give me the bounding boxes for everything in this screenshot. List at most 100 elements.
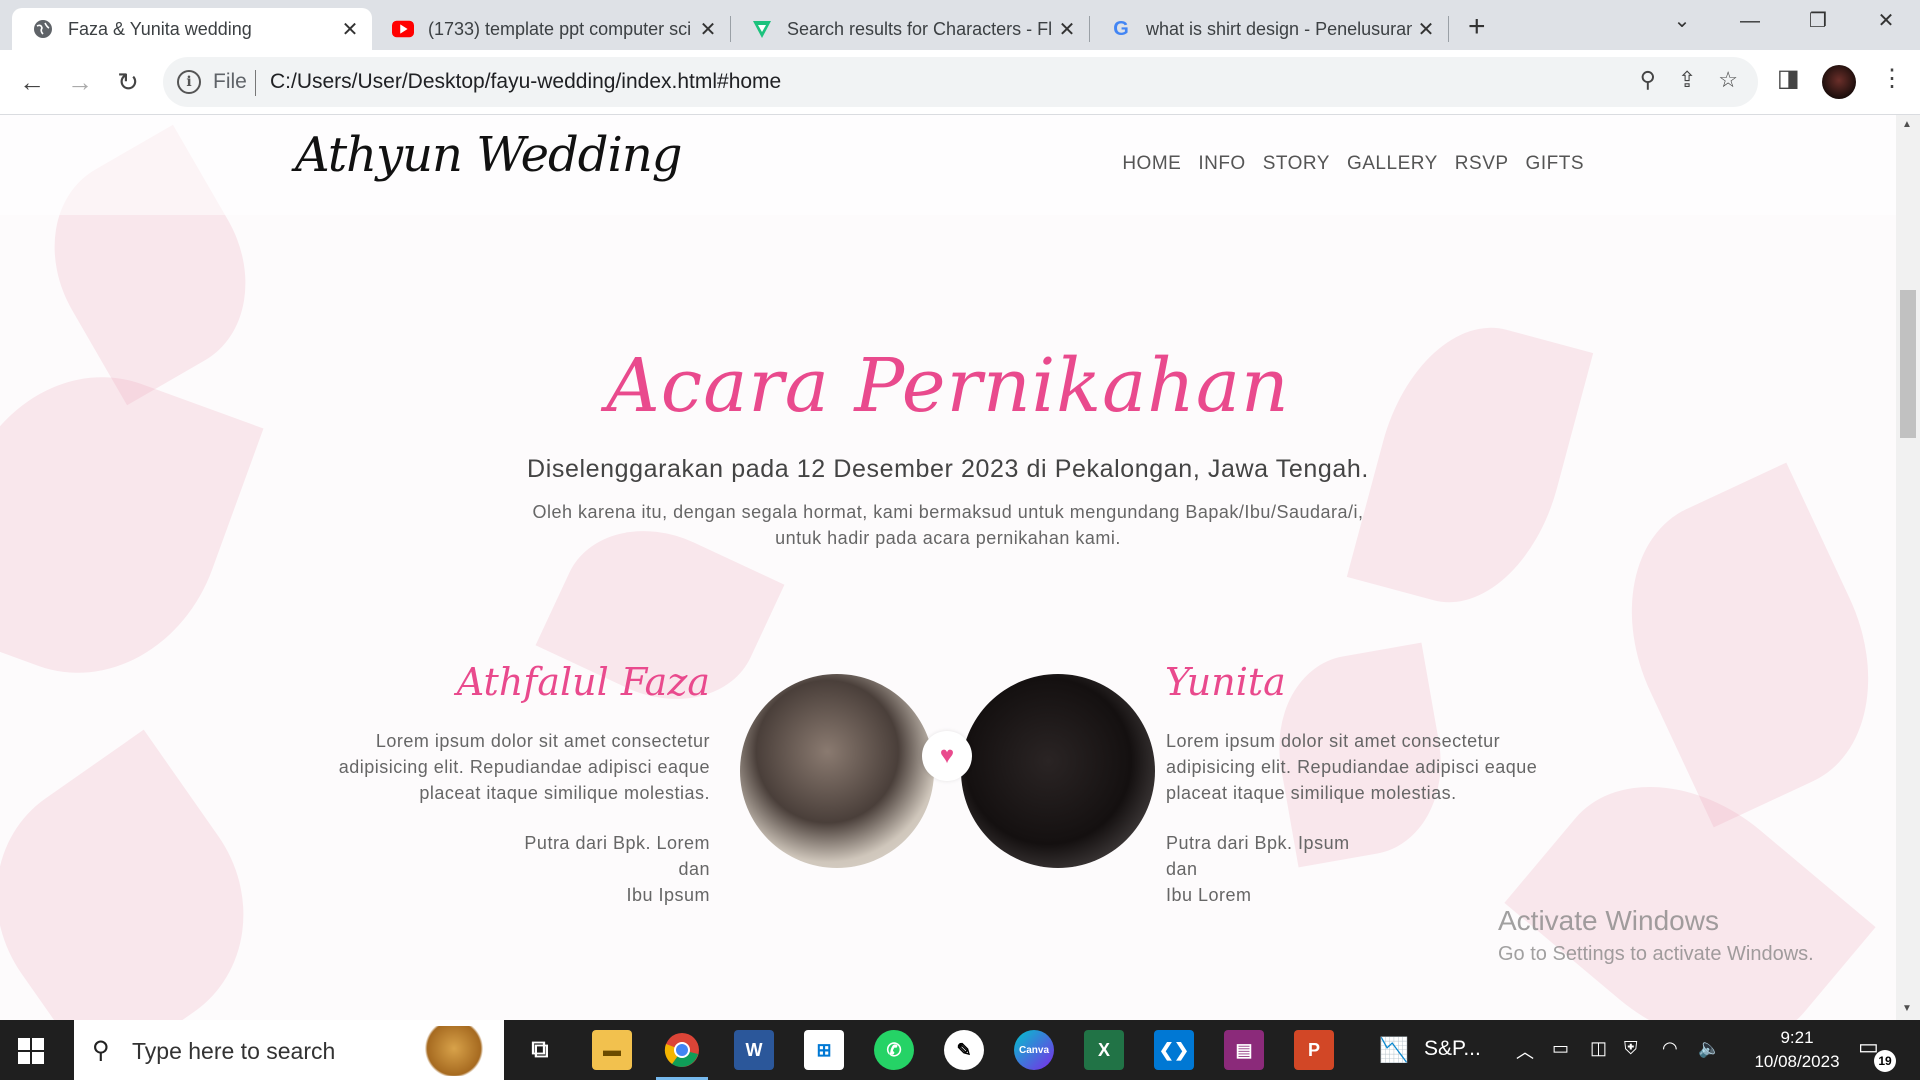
battery-icon[interactable]: ▭ (1552, 1038, 1569, 1059)
file-explorer-icon[interactable]: ▬ (592, 1030, 632, 1070)
wifi-icon[interactable]: ◠ (1662, 1038, 1678, 1059)
powerpoint-icon[interactable]: P (1294, 1030, 1334, 1070)
clock-date: 10/08/2023 (1754, 1052, 1840, 1071)
site-logo[interactable]: Athyun Wedding (295, 127, 682, 183)
scroll-thumb[interactable] (1900, 290, 1916, 438)
reload-button[interactable]: ↻ (108, 62, 148, 102)
bride-bio-line: adipisicing elit. Repudiandae adipisci e… (1166, 757, 1538, 777)
taskbar-search[interactable]: ⚲ Type here to search (74, 1020, 504, 1080)
nav-gifts[interactable]: GIFTS (1526, 153, 1584, 175)
task-view-icon[interactable]: ⧉ (520, 1030, 560, 1070)
notification-count-badge: 19 (1874, 1050, 1896, 1072)
window-controls: ⌄ — ❐ ✕ (1648, 6, 1920, 36)
address-actions: ⚲ ⇪ ☆ (1640, 67, 1738, 93)
bride-name: Yunita (1165, 660, 1286, 704)
invitation-line: Oleh karena itu, dengan segala hormat, k… (532, 502, 1364, 522)
nav-rsvp[interactable]: RSVP (1455, 153, 1509, 175)
word-icon[interactable]: W (734, 1030, 774, 1070)
page-scrollbar[interactable]: ▲ ▼ (1896, 115, 1920, 1020)
groom-bio-line: Lorem ipsum dolor sit amet consectetur (375, 731, 710, 751)
microsoft-store-icon[interactable]: ⊞ (804, 1030, 844, 1070)
side-panel-icon[interactable]: ◨ (1777, 64, 1800, 93)
nav-info[interactable]: INFO (1198, 153, 1245, 175)
google-icon: G (1113, 17, 1129, 40)
section-title: Acara Pernikahan (606, 343, 1290, 429)
clock[interactable]: 9:21 10/08/2023 (1742, 1026, 1852, 1074)
groom-parents-line: dan (678, 859, 710, 879)
bride-parents: Putra dari Bpk. Ipsum dan Ibu Lorem (1166, 830, 1446, 908)
scroll-down-arrow[interactable]: ▼ (1902, 1003, 1912, 1014)
nav-story[interactable]: STORY (1263, 153, 1330, 175)
nav-home[interactable]: HOME (1122, 153, 1181, 175)
share-icon[interactable]: ⇪ (1678, 67, 1696, 93)
minimize-button[interactable]: — (1716, 6, 1784, 36)
heart-icon: ♥ (922, 731, 972, 781)
tab-faza-yunita-wedding[interactable]: Faza & Yunita wedding ✕ (12, 8, 372, 50)
show-hidden-icons-chevron-icon[interactable]: ︿ (1516, 1038, 1534, 1064)
url-text[interactable]: C:/Users/User/Desktop/fayu-wedding/index… (270, 70, 781, 94)
tab-title: what is shirt design - Penelusuran (1146, 18, 1412, 39)
windows-taskbar: ⚲ Type here to search ⧉ ▬ W ⊞ ✆ ✎ Canva … (0, 1020, 1920, 1080)
close-tab-icon[interactable]: ✕ (1412, 17, 1440, 42)
globe-icon (32, 18, 54, 40)
vscode-icon[interactable]: ❮❯ (1154, 1030, 1194, 1070)
inkscape-icon[interactable]: ✎ (944, 1030, 984, 1070)
address-bar[interactable]: i File C:/Users/User/Desktop/fayu-weddin… (163, 57, 1758, 107)
meet-now-icon[interactable]: ◫ (1590, 1038, 1607, 1059)
web-page: Athyun Wedding HOME INFO STORY GALLERY R… (0, 115, 1896, 1020)
tab-title: Faza & Yunita wedding (68, 18, 252, 39)
groom-bio-line: adipisicing elit. Repudiandae adipisci e… (338, 757, 710, 777)
excel-icon[interactable]: X (1084, 1030, 1124, 1070)
address-divider (255, 70, 256, 96)
tab-title: (1733) template ppt computer sci (428, 18, 692, 39)
tab-freepik[interactable]: Search results for Characters - Fla ✕ (731, 8, 1089, 50)
new-tab-button[interactable]: + (1468, 12, 1486, 42)
start-button[interactable] (18, 1038, 44, 1064)
bride-parents-line: Ibu Lorem (1166, 885, 1252, 905)
watermark-title: Activate Windows (1498, 905, 1719, 936)
menu-icon[interactable]: ⋮ (1880, 64, 1904, 93)
close-tab-icon[interactable]: ✕ (694, 17, 722, 42)
search-placeholder[interactable]: Type here to search (132, 1038, 335, 1065)
tab-youtube[interactable]: (1733) template ppt computer sci ✕ (372, 8, 730, 50)
search-highlight-image (414, 1026, 494, 1076)
tab-google[interactable]: G what is shirt design - Penelusuran ✕ (1090, 8, 1448, 50)
whatsapp-icon[interactable]: ✆ (874, 1030, 914, 1070)
info-icon[interactable]: i (177, 70, 201, 94)
close-tab-icon[interactable]: ✕ (336, 17, 364, 42)
nav-gallery[interactable]: GALLERY (1347, 153, 1438, 175)
close-tab-icon[interactable]: ✕ (1053, 17, 1081, 42)
youtube-icon (392, 18, 414, 40)
canva-icon[interactable]: Canva (1014, 1030, 1054, 1070)
tab-title: Search results for Characters - Fla (787, 18, 1053, 39)
groom-bio: Lorem ipsum dolor sit amet consectetur a… (300, 728, 710, 806)
forward-button[interactable]: → (60, 62, 100, 102)
security-icon[interactable]: ⛨ (1624, 1038, 1638, 1059)
restore-button[interactable]: ❐ (1784, 6, 1852, 36)
zoom-icon[interactable]: ⚲ (1640, 67, 1656, 93)
winrar-icon[interactable]: ▤ (1224, 1030, 1264, 1070)
bookmark-star-icon[interactable]: ☆ (1718, 67, 1738, 93)
tab-separator (1448, 16, 1449, 42)
bride-bio: Lorem ipsum dolor sit amet consectetur a… (1166, 728, 1576, 806)
watermark-subtitle: Go to Settings to activate Windows. (1498, 943, 1814, 965)
browser-toolbar: ← → ↻ i File C:/Users/User/Desktop/fayu-… (0, 50, 1920, 115)
bride-photo (961, 674, 1155, 868)
bride-parents-line: dan (1166, 859, 1198, 879)
stock-chart-icon[interactable]: 📉 (1374, 1030, 1414, 1070)
groom-parents-line: Ibu Ipsum (626, 885, 710, 905)
scroll-up-arrow[interactable]: ▲ (1902, 119, 1912, 130)
groom-name: Athfalul Faza (456, 660, 710, 704)
groom-parents: Putra dari Bpk. Lorem dan Ibu Ipsum (430, 830, 710, 908)
chrome-icon[interactable] (656, 1030, 708, 1080)
close-window-button[interactable]: ✕ (1852, 6, 1920, 36)
petal-decoration (0, 729, 293, 1020)
groom-photo (740, 674, 934, 868)
tab-search-icon[interactable]: ⌄ (1648, 6, 1716, 36)
back-button[interactable]: ← (12, 62, 52, 102)
profile-avatar[interactable] (1822, 65, 1856, 99)
pinned-app-label[interactable]: S&P... (1424, 1037, 1481, 1061)
volume-icon[interactable]: 🔈 (1698, 1038, 1720, 1059)
invitation-line: untuk hadir pada acara pernikahan kami. (775, 528, 1121, 548)
scheme-label: File (213, 70, 247, 93)
